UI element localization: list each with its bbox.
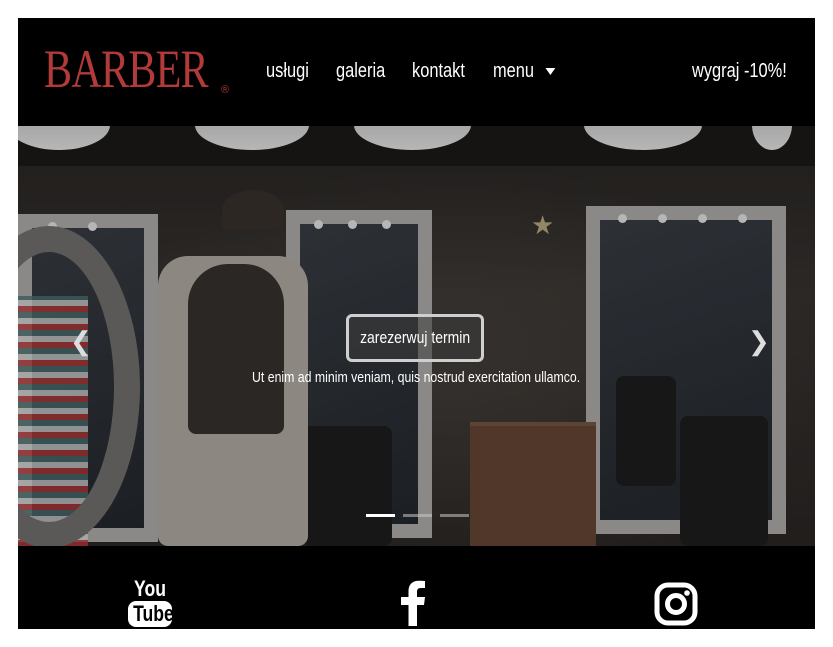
youtube-you-label: You	[134, 576, 166, 601]
nav-item-uslugi[interactable]: usługi	[266, 60, 309, 83]
social-footer: You Tube	[18, 546, 815, 629]
book-appointment-label: zarezerwuj termin	[359, 328, 471, 347]
brand-logo[interactable]: BARBER	[44, 42, 209, 96]
caret-down-icon	[545, 68, 556, 76]
carousel-dot[interactable]	[403, 514, 432, 517]
youtube-icon[interactable]: You Tube	[128, 576, 174, 627]
nav-item-menu-label: menu	[493, 60, 535, 82]
carousel-dot[interactable]	[440, 514, 469, 517]
carousel-indicators	[366, 514, 469, 517]
page-frame: BARBER ® usługi galeria kontakt menu wyg…	[18, 18, 815, 629]
carousel-dot[interactable]	[366, 514, 395, 517]
book-appointment-button[interactable]: zarezerwuj termin	[346, 314, 484, 362]
promo-link[interactable]: wygraj -10%!	[692, 60, 787, 83]
hero-carousel: ★ ❮ ❯ zarezerwuj termin Ut enim ad minim…	[18, 126, 815, 546]
nav-item-galeria[interactable]: galeria	[336, 60, 385, 83]
hero-tagline: Ut enim ad minim veniam, quis nostrud ex…	[252, 369, 581, 386]
nav-item-kontakt[interactable]: kontakt	[412, 60, 465, 83]
instagram-icon[interactable]	[654, 582, 698, 629]
facebook-icon[interactable]	[398, 578, 428, 629]
chevron-left-icon[interactable]: ❮	[70, 326, 92, 357]
nav-item-menu[interactable]: menu	[493, 60, 556, 83]
top-navbar: BARBER ® usługi galeria kontakt menu wyg…	[18, 18, 815, 126]
registered-mark: ®	[221, 84, 230, 96]
youtube-tube-label: Tube	[133, 601, 174, 626]
chevron-right-icon[interactable]: ❯	[748, 326, 770, 357]
